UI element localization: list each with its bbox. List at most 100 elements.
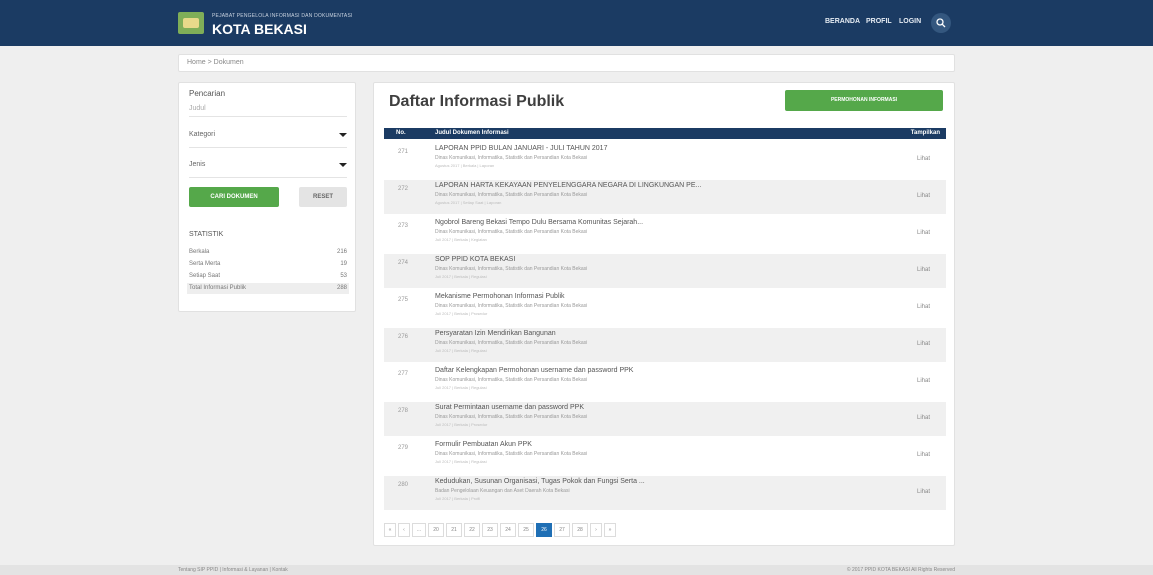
table-row: 275 Mekanisme Permohonan Informasi Publi… (384, 291, 946, 325)
breadcrumb: Home > Dokumen (178, 54, 955, 72)
document-meta: Juli 2017 | Berkala | Regulasi (435, 274, 487, 279)
document-organization: Dinas Komunikasi, Informatika, Statistik… (435, 155, 588, 161)
stat-label: Berkala (189, 249, 210, 255)
document-organization: Dinas Komunikasi, Informatika, Statistik… (435, 451, 588, 457)
page-button[interactable]: 28 (572, 523, 588, 537)
page-button[interactable]: 20 (428, 523, 444, 537)
document-title-link[interactable]: SOP PPID KOTA BEKASI (435, 256, 515, 263)
stat-value: 216 (336, 249, 347, 255)
search-button[interactable] (931, 13, 951, 33)
search-document-button[interactable]: CARI DOKUMEN (189, 187, 279, 207)
view-link[interactable]: Lihat (917, 378, 930, 384)
document-meta: Juli 2017 | Berkala | Regulasi (435, 348, 487, 353)
divider (189, 177, 347, 178)
nav-login[interactable]: LOGIN (899, 18, 921, 25)
nav-beranda[interactable]: BERANDA (825, 18, 860, 25)
document-meta: Juli 2017 | Berkala | Regulasi (435, 459, 487, 464)
category-select-label: Kategori (189, 131, 216, 138)
title-search-input[interactable]: Judul (189, 105, 206, 112)
stat-value: 288 (336, 285, 347, 291)
view-link[interactable]: Lihat (917, 156, 930, 162)
stat-label: Total Informasi Publik (189, 285, 247, 291)
table-row: 271 LAPORAN PPID BULAN JANUARI - JULI TA… (384, 143, 946, 177)
row-number: 277 (398, 371, 409, 377)
nav-profil[interactable]: PROFIL (866, 18, 892, 25)
document-meta: Juli 2017 | Berkala | Kegiatan (435, 237, 487, 242)
view-link[interactable]: Lihat (917, 304, 930, 310)
brand-title[interactable]: KOTA BEKASI (212, 21, 307, 37)
category-select[interactable]: Kategori (189, 125, 347, 145)
view-link[interactable]: Lihat (917, 415, 930, 421)
page-first-button[interactable]: « (384, 523, 396, 537)
document-meta: Agustus 2017 | Setiap Saat | Laporan (435, 200, 502, 205)
table-row: 277 Daftar Kelengkapan Permohonan userna… (384, 365, 946, 399)
view-link[interactable]: Lihat (917, 489, 930, 495)
page-button-active[interactable]: 26 (536, 523, 552, 537)
page-button[interactable]: 23 (482, 523, 498, 537)
page-next-button[interactable]: › (590, 523, 602, 537)
footer-copyright: © 2017 PPID KOTA BEKASI All Rights Reser… (846, 567, 955, 573)
stat-value: 19 (340, 261, 347, 267)
divider (189, 116, 347, 117)
row-number: 273 (398, 223, 409, 229)
row-number: 271 (398, 149, 409, 155)
page-last-button[interactable]: » (604, 523, 616, 537)
document-title-link[interactable]: Daftar Kelengkapan Permohonan username d… (435, 367, 633, 374)
page-button[interactable]: 25 (518, 523, 534, 537)
table-row: 274 SOP PPID KOTA BEKASI Dinas Komunikas… (384, 254, 946, 288)
document-organization: Dinas Komunikasi, Informatika, Statistik… (435, 192, 588, 198)
document-title-link[interactable]: Surat Permintaan username dan password P… (435, 404, 584, 411)
row-number: 272 (398, 186, 409, 192)
document-meta: Juli 2017 | Berkala | Prosedur (435, 311, 488, 316)
row-number: 279 (398, 445, 409, 451)
request-information-button[interactable]: PERMOHONAN INFORMASI (785, 90, 943, 111)
page-button[interactable]: 21 (446, 523, 462, 537)
document-title-link[interactable]: LAPORAN PPID BULAN JANUARI - JULI TAHUN … (435, 145, 607, 152)
document-title-link[interactable]: Mekanisme Permohonan Informasi Publik (435, 293, 565, 300)
footer-links[interactable]: Tentang SIP PPID | Informasi & Layanan |… (178, 567, 288, 573)
document-meta: Juli 2017 | Berkala | Prosedur (435, 422, 488, 427)
stat-row: Berkala 216 (187, 247, 349, 258)
document-title-link[interactable]: Ngobrol Bareng Bekasi Tempo Dulu Bersama… (435, 219, 643, 226)
type-select-label: Jenis (189, 161, 206, 168)
document-title-link[interactable]: Kedudukan, Susunan Organisasi, Tugas Pok… (435, 478, 645, 485)
column-header-no: No. (396, 130, 406, 136)
city-logo-icon[interactable] (178, 12, 204, 34)
page-ellipsis: ... (412, 523, 426, 537)
page-button[interactable]: 22 (464, 523, 480, 537)
type-select[interactable]: Jenis (189, 155, 347, 175)
view-link[interactable]: Lihat (917, 341, 930, 347)
table-row: 280 Kedudukan, Susunan Organisasi, Tugas… (384, 476, 946, 510)
table-row: 278 Surat Permintaan username dan passwo… (384, 402, 946, 436)
document-title-link[interactable]: LAPORAN HARTA KEKAYAAN PENYELENGGARA NEG… (435, 182, 701, 189)
document-title-link[interactable]: Formulir Pembuatan Akun PPK (435, 441, 532, 448)
top-navbar: PEJABAT PENGELOLA INFORMASI DAN DOKUMENT… (0, 0, 1153, 46)
search-section-title: Pencarian (189, 89, 226, 98)
chevron-down-icon (339, 133, 347, 137)
sidebar-filter-panel: Pencarian Judul Kategori Jenis CARI DOKU… (178, 82, 356, 312)
page-prev-button[interactable]: ‹ (398, 523, 410, 537)
row-number: 276 (398, 334, 409, 340)
document-list-panel: Daftar Informasi Publik PERMOHONAN INFOR… (373, 82, 955, 546)
view-link[interactable]: Lihat (917, 230, 930, 236)
search-icon (936, 18, 946, 28)
document-organization: Dinas Komunikasi, Informatika, Statistik… (435, 340, 588, 346)
row-number: 275 (398, 297, 409, 303)
page-button[interactable]: 24 (500, 523, 516, 537)
breadcrumb-text[interactable]: Home > Dokumen (187, 59, 244, 66)
table-row: 279 Formulir Pembuatan Akun PPK Dinas Ko… (384, 439, 946, 473)
view-link[interactable]: Lihat (917, 193, 930, 199)
document-organization: Dinas Komunikasi, Informatika, Statistik… (435, 266, 588, 272)
table-row: 273 Ngobrol Bareng Bekasi Tempo Dulu Ber… (384, 217, 946, 251)
document-title-link[interactable]: Persyaratan Izin Mendirikan Bangunan (435, 330, 556, 337)
view-link[interactable]: Lihat (917, 452, 930, 458)
footer: Tentang SIP PPID | Informasi & Layanan |… (0, 565, 1153, 575)
page-title: Daftar Informasi Publik (389, 93, 565, 110)
table-header: No. Judul Dokumen Informasi Tampilkan (384, 128, 946, 139)
page-button[interactable]: 27 (554, 523, 570, 537)
divider (189, 147, 347, 148)
document-organization: Dinas Komunikasi, Informatika, Statistik… (435, 377, 588, 383)
reset-button[interactable]: RESET (299, 187, 347, 207)
view-link[interactable]: Lihat (917, 267, 930, 273)
row-number: 280 (398, 482, 409, 488)
